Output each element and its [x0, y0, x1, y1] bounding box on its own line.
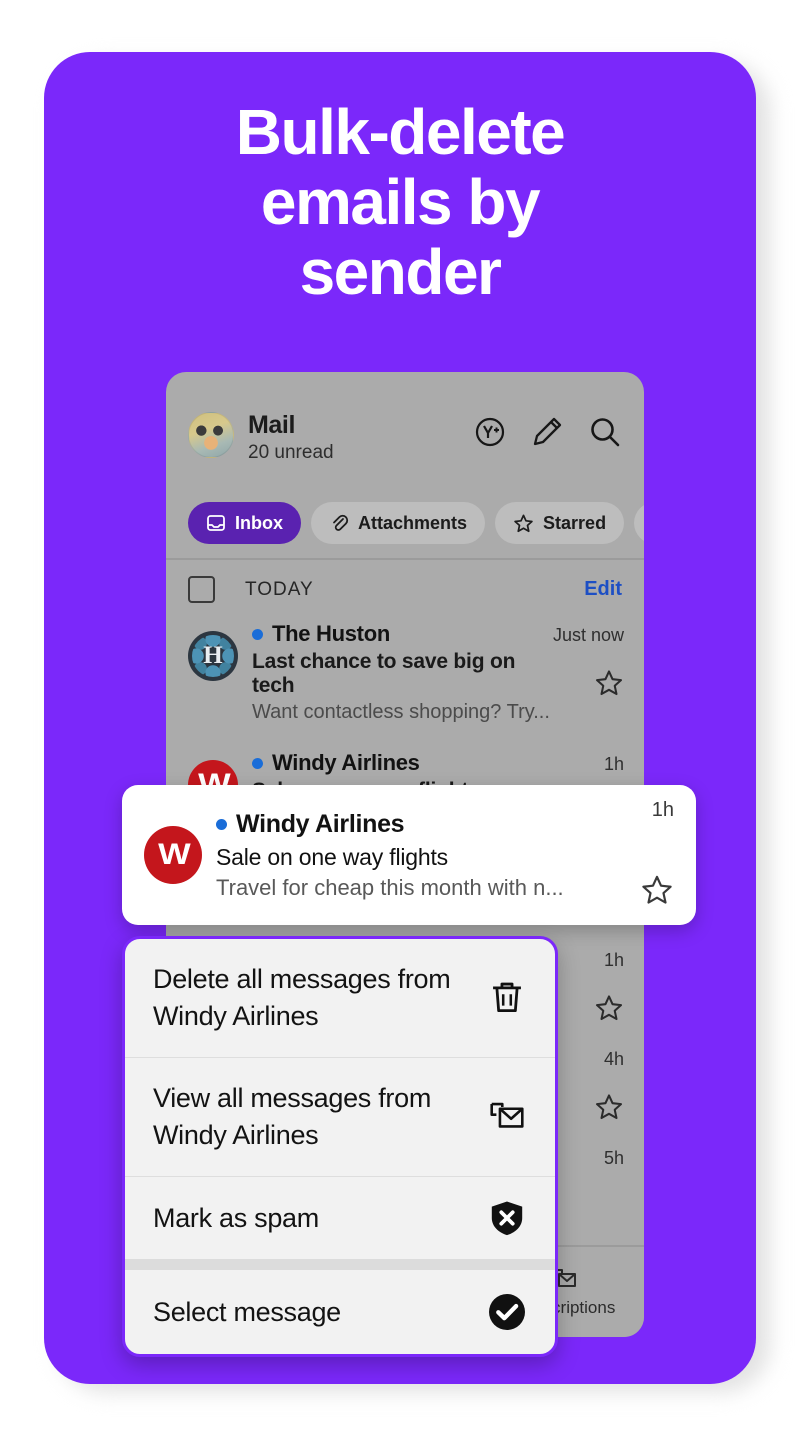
- table-row[interactable]: H The Huston Last chance to save big on …: [166, 613, 644, 732]
- screenshot-root: Bulk-delete emails by sender Mail 20 unr…: [0, 0, 810, 1440]
- message-time: Just now: [552, 625, 624, 645]
- list-section-header: TODAY Edit: [166, 560, 644, 613]
- headline-line-2: emails by: [260, 166, 541, 238]
- hero-panel: Bulk-delete emails by sender Mail 20 unr…: [44, 52, 756, 1384]
- highlighted-message-card[interactable]: W Windy Airlines Sale on one way flights…: [122, 785, 696, 925]
- menu-item-select-message-label: Select message: [153, 1296, 341, 1327]
- avatar-letter: W: [158, 838, 191, 871]
- chip-starred-label: Starred: [543, 512, 607, 533]
- menu-item-delete-all[interactable]: Delete all messages from Windy Airlines: [125, 939, 555, 1057]
- star-icon[interactable]: [640, 873, 674, 907]
- check-circle-icon: [485, 1292, 529, 1332]
- avatar-letter: H: [203, 642, 223, 669]
- select-all-checkbox[interactable]: [188, 576, 215, 603]
- message-time: 1h: [603, 754, 624, 774]
- mail-stack-icon: [485, 1099, 529, 1135]
- yahoo-plus-icon[interactable]: [474, 416, 506, 448]
- headline-line-3: sender: [299, 236, 502, 308]
- shield-x-icon: [485, 1199, 529, 1237]
- star-icon[interactable]: [594, 993, 624, 1023]
- message-time: 1h: [651, 799, 674, 821]
- edit-button[interactable]: Edit: [584, 578, 622, 601]
- sender-avatar: H: [188, 631, 238, 681]
- menu-item-view-all[interactable]: View all messages from Windy Airlines: [125, 1058, 555, 1176]
- message-sender: The Huston: [272, 621, 390, 646]
- message-sender: Windy Airlines: [272, 750, 420, 775]
- message-time: 1h: [603, 950, 624, 970]
- compose-icon[interactable]: [530, 415, 564, 449]
- page-title: Bulk-delete emails by sender: [44, 97, 756, 307]
- avatar[interactable]: [188, 412, 234, 458]
- chip-unread[interactable]: [634, 502, 644, 544]
- message-time: 4h: [603, 1049, 624, 1069]
- headline-line-1: Bulk-delete: [235, 96, 566, 168]
- chip-starred[interactable]: Starred: [495, 502, 625, 544]
- message-preview: Travel for cheap this month with n...: [216, 874, 564, 900]
- message-preview: Want contactless shopping? Try...: [252, 701, 550, 723]
- message-sender: Windy Airlines: [236, 809, 405, 838]
- unread-dot: [252, 628, 263, 640]
- unread-dot: [216, 818, 227, 830]
- trash-icon: [485, 979, 529, 1017]
- chip-attachments-label: Attachments: [358, 512, 468, 533]
- section-label: TODAY: [245, 578, 314, 600]
- menu-divider-group: [125, 1259, 555, 1270]
- search-icon[interactable]: [588, 415, 622, 449]
- menu-item-select-message[interactable]: Select message: [125, 1270, 555, 1354]
- unread-dot: [252, 757, 263, 769]
- menu-item-mark-spam[interactable]: Mark as spam: [125, 1177, 555, 1259]
- message-time: 5h: [603, 1148, 624, 1168]
- star-icon[interactable]: [594, 668, 624, 698]
- mail-app-header: Mail 20 unread: [166, 372, 644, 490]
- chip-inbox[interactable]: Inbox: [188, 502, 301, 544]
- star-icon[interactable]: [594, 1092, 624, 1122]
- menu-item-mark-spam-label: Mark as spam: [153, 1202, 319, 1233]
- context-menu: Delete all messages from Windy Airlines …: [122, 936, 558, 1357]
- chip-attachments[interactable]: Attachments: [311, 502, 486, 544]
- sender-avatar: W: [144, 826, 202, 884]
- message-subject: Last chance to save big on tech: [252, 650, 516, 697]
- unread-count-label: 20 unread: [248, 442, 334, 463]
- page-title-mail: Mail: [248, 411, 296, 439]
- message-subject: Sale on one way flights: [216, 843, 448, 870]
- menu-item-view-all-label: View all messages from Windy Airlines: [153, 1083, 432, 1150]
- chip-inbox-label: Inbox: [235, 512, 283, 533]
- menu-item-delete-all-label: Delete all messages from Windy Airlines: [153, 964, 451, 1031]
- filter-chips: Inbox Attachments Starred: [166, 490, 644, 552]
